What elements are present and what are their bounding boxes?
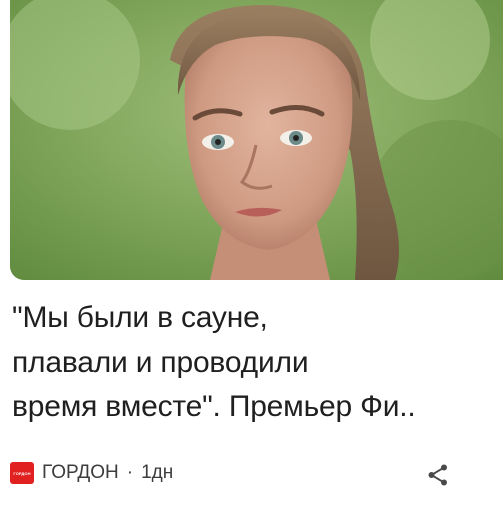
share-button[interactable]	[421, 460, 455, 490]
source-logo-text: ГОРДОН	[13, 470, 31, 476]
share-icon	[428, 464, 447, 486]
headline-line: плавали и проводили	[12, 345, 309, 379]
meta-separator: ·	[126, 462, 134, 483]
headline-line: время вместе". Премьер Фи..	[12, 390, 416, 423]
article-photo[interactable]	[10, 0, 503, 280]
source-name[interactable]: ГОРДОН	[42, 462, 119, 484]
article-age: 1дн	[141, 462, 174, 483]
article-meta: ГОРДОН ГОРДОН · 1дн	[10, 460, 173, 486]
headline-line: "Мы были в сауне,	[12, 301, 268, 334]
source-logo: ГОРДОН	[10, 462, 34, 484]
article-headline[interactable]: "Мы были в сауне, плавали и проводили вр…	[12, 296, 496, 430]
news-card[interactable]: "Мы были в сауне, плавали и проводили вр…	[0, 0, 503, 512]
portrait-image	[10, 0, 503, 280]
